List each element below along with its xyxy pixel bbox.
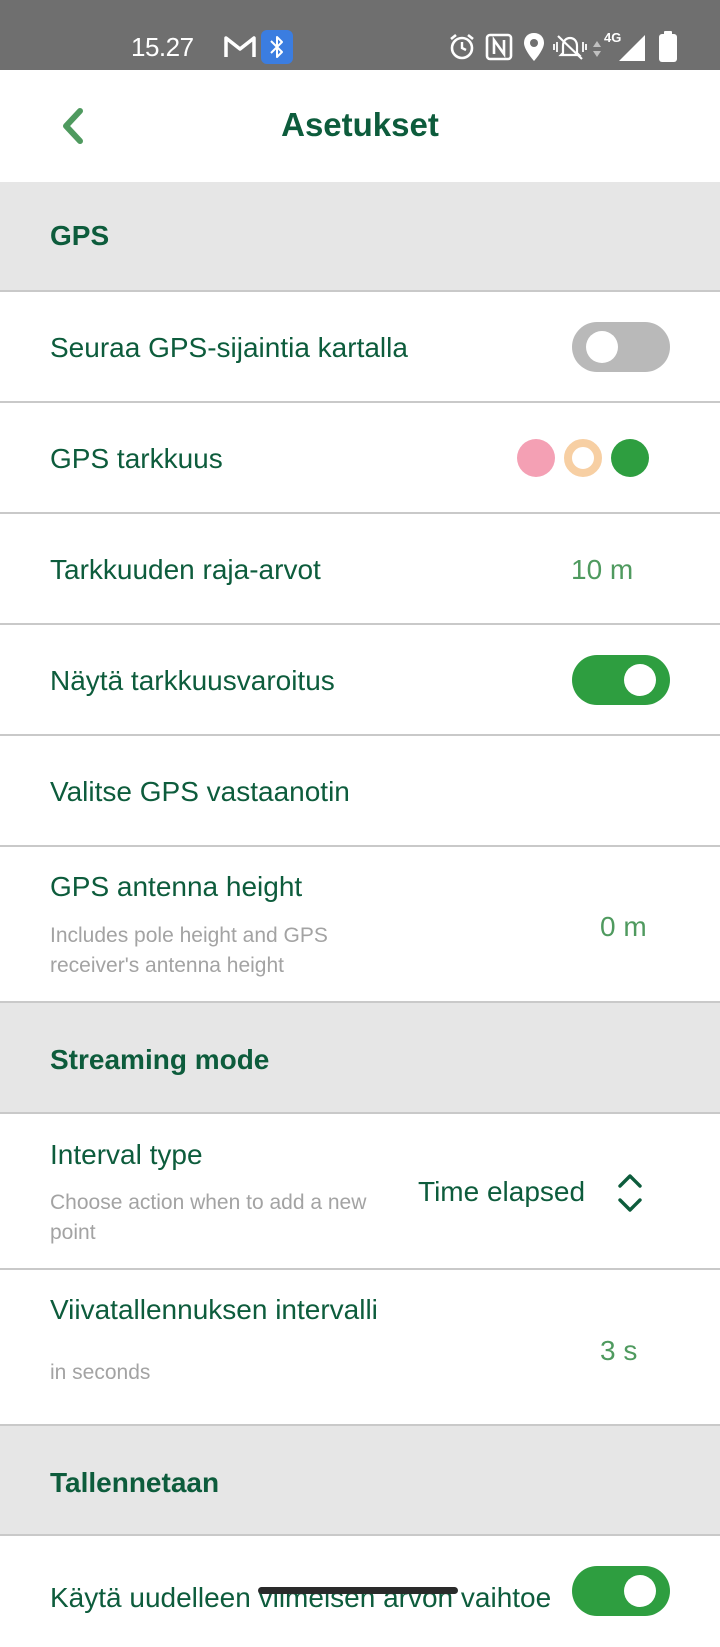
row-label: Seuraa GPS-sijaintia kartalla [50,332,408,363]
row-label: Näytä tarkkuusvaroitus [50,665,335,696]
section-title: Streaming mode [50,1044,270,1075]
accuracy-warning-toggle[interactable] [572,655,670,705]
gmail-icon [224,36,256,57]
battery-icon [659,31,677,62]
row-description: Choose action when to add a new point [50,1191,367,1244]
alarm-icon [450,33,474,60]
row-label: Tarkkuuden raja-arvot [50,554,321,585]
row-label: Interval type [50,1139,203,1170]
nfc-icon [485,33,513,61]
signal-icon [619,35,645,61]
reuse-last-value-toggle[interactable] [572,1566,670,1616]
follow-gps-row[interactable]: Seuraa GPS-sijaintia kartalla [0,292,720,403]
accuracy-moderate-indicator [564,439,602,477]
mute-icon [553,35,587,60]
antenna-height-row[interactable]: GPS antenna height Includes pole height … [0,847,720,1003]
toggle-knob [586,331,618,363]
location-icon [524,33,544,61]
section-title: GPS [50,220,110,251]
line-interval-row[interactable]: Viivatallennuksen intervalli in seconds … [0,1270,720,1426]
toggle-knob [624,1575,656,1607]
row-label: Viivatallennuksen intervalli [50,1294,378,1325]
app-header: Asetukset [0,70,720,182]
accuracy-warning-row[interactable]: Näytä tarkkuusvaroitus [0,625,720,736]
row-description: Includes pole height and GPS receiver's … [50,924,328,977]
select-receiver-row[interactable]: Valitse GPS vastaanotin [0,736,720,847]
row-description: in seconds [50,1361,151,1384]
interval-type-select[interactable]: Time elapsed [418,1176,585,1208]
accuracy-thresholds-value: 10 m [571,554,634,585]
row-label: Valitse GPS vastaanotin [50,776,350,807]
section-title: Tallennetaan [50,1467,220,1498]
accuracy-good-indicator [611,439,649,477]
bluetooth-icon [261,30,293,64]
row-label: GPS antenna height [50,871,303,902]
gps-accuracy-row: GPS tarkkuus [0,403,720,514]
interval-type-row[interactable]: Interval type Choose action when to add … [0,1114,720,1270]
status-bar: 15.27 4G [0,0,720,70]
section-header-gps: GPS [0,182,720,292]
toggle-knob [624,664,656,696]
row-label: GPS tarkkuus [50,443,223,474]
page-title: Asetukset [281,106,439,143]
line-interval-value: 3 s [600,1335,638,1366]
accuracy-poor-indicator [517,439,555,477]
follow-gps-toggle[interactable] [572,322,670,372]
section-header-saving: Tallennetaan [0,1426,720,1536]
antenna-height-value: 0 m [600,911,647,942]
data-arrows-icon [593,41,601,57]
accuracy-thresholds-row[interactable]: Tarkkuuden raja-arvot 10 m [0,514,720,625]
status-time: 15.27 [131,32,194,62]
up-down-chevron-icon[interactable] [615,1171,645,1215]
home-indicator[interactable] [258,1587,458,1594]
section-header-streaming: Streaming mode [0,1003,720,1114]
